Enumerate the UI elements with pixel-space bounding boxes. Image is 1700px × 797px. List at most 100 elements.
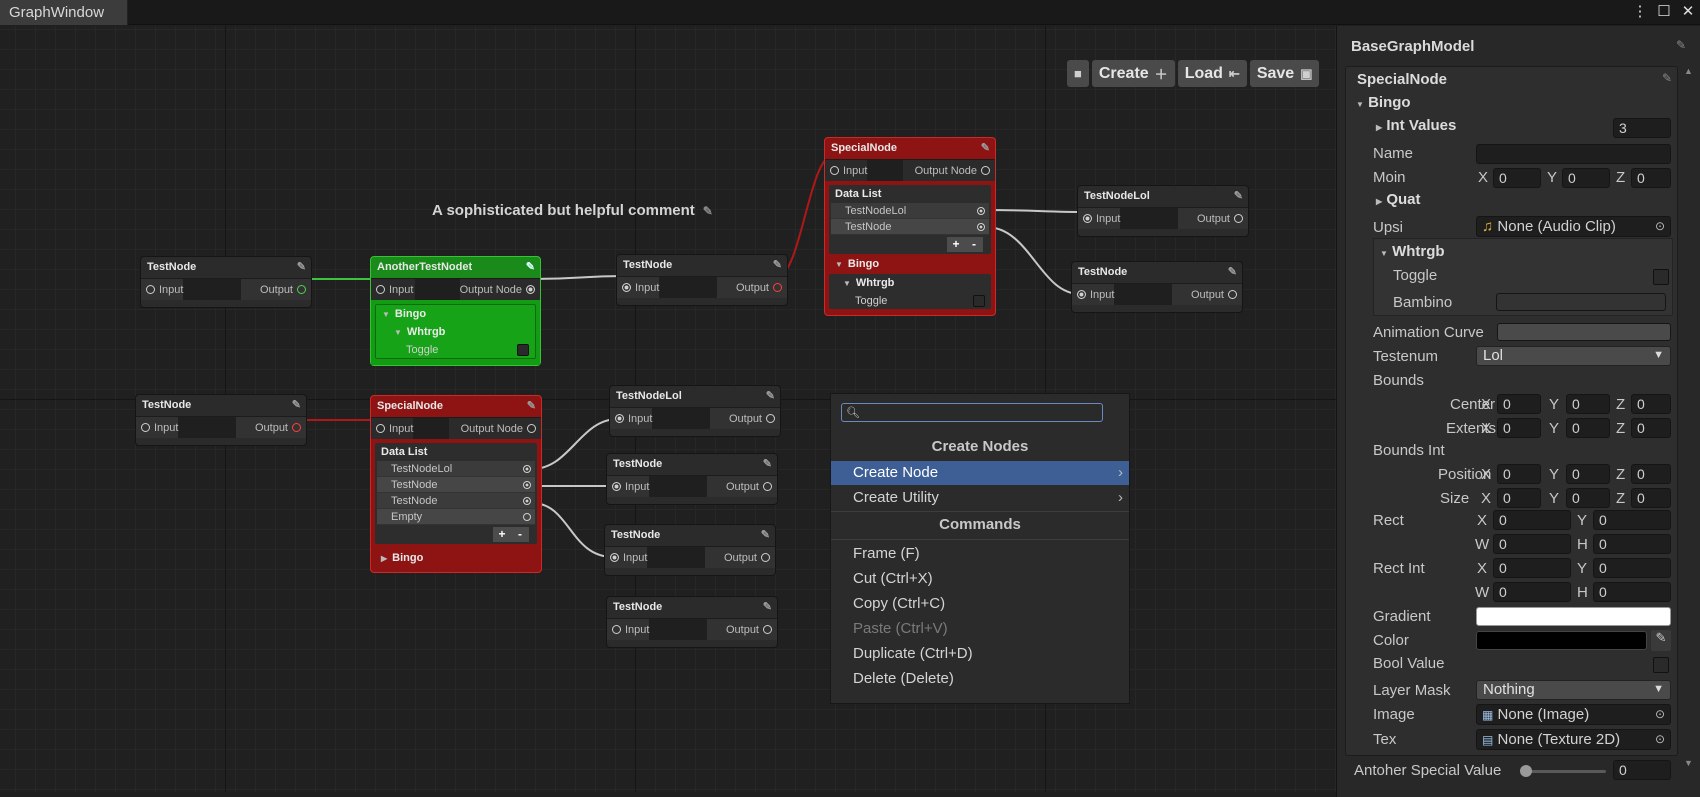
special-value-field[interactable]: 0 (1613, 760, 1671, 780)
slider-thumb[interactable] (1520, 765, 1532, 777)
object-picker-icon[interactable]: ⊙ (1655, 219, 1665, 233)
position-z-field[interactable]: 0 (1631, 464, 1671, 484)
rect-w-field[interactable]: 0 (1493, 534, 1571, 554)
edit-icon[interactable]: ✎ (1676, 38, 1686, 52)
port-dot-icon[interactable] (977, 206, 985, 215)
rect-int-w-field[interactable]: 0 (1493, 582, 1571, 602)
foldout-whtrgb[interactable]: ▼ Whtrgb (829, 274, 991, 292)
node-testnode[interactable]: TestNode ✎ Input Output (604, 524, 776, 576)
node-testnode[interactable]: TestNode ✎ Input Output (1071, 261, 1243, 313)
list-item[interactable]: TestNodeLol (377, 461, 535, 477)
size-z-field[interactable]: 0 (1631, 488, 1671, 508)
output-port[interactable]: Output (1192, 213, 1248, 225)
menu-item-frame[interactable]: Frame (F) (831, 542, 1129, 566)
tab-graph-window[interactable]: GraphWindow (0, 0, 128, 25)
foldout-bingo[interactable]: ▶ Bingo (375, 544, 537, 566)
edit-icon[interactable]: ✎ (763, 600, 772, 613)
node-special[interactable]: SpecialNode ✎ Input Output Node Data List… (370, 395, 542, 573)
extents-x-field[interactable]: 0 (1497, 418, 1541, 438)
bool-value-checkbox[interactable] (1653, 657, 1669, 673)
foldout-int-values[interactable]: ▶ Int Values (1376, 117, 1456, 134)
output-port[interactable]: Output (724, 413, 780, 425)
save-button[interactable]: Save ▣ (1249, 60, 1320, 87)
moin-y-field[interactable]: 0 (1562, 168, 1610, 188)
output-port[interactable]: Output Node (456, 423, 541, 435)
edit-icon[interactable]: ✎ (766, 389, 775, 402)
list-item[interactable]: TestNodeLol (831, 203, 989, 219)
node-testnodelol[interactable]: TestNodeLol ✎ Input Output (1077, 185, 1249, 237)
graph-comment[interactable]: A sophisticated but helpful comment ✎ (432, 202, 713, 219)
edit-icon[interactable]: ✎ (763, 457, 772, 470)
port-dot-icon[interactable] (523, 496, 531, 505)
rect-h-field[interactable]: 0 (1593, 534, 1671, 554)
animation-curve-field[interactable] (1497, 323, 1671, 341)
edit-icon[interactable]: ✎ (527, 399, 536, 412)
input-port[interactable]: Input (617, 282, 664, 294)
input-port[interactable]: Input (141, 284, 188, 296)
input-port[interactable]: Input (1078, 213, 1125, 225)
output-port[interactable]: Output (719, 552, 775, 564)
menu-item-delete[interactable]: Delete (Delete) (831, 667, 1129, 691)
toggle-checkbox[interactable] (973, 294, 985, 307)
extents-y-field[interactable]: 0 (1566, 418, 1610, 438)
center-z-field[interactable]: 0 (1631, 394, 1671, 414)
node-testnode[interactable]: TestNode ✎ Input Output (140, 256, 312, 308)
name-field[interactable] (1476, 144, 1671, 164)
node-another-test[interactable]: AnotherTestNodet ✎ Input Output Node ▼ Bin… (370, 256, 541, 366)
port-dot-icon[interactable] (977, 222, 985, 231)
edit-icon[interactable]: ✎ (1234, 189, 1243, 202)
upsi-object-field[interactable]: ♫ None (Audio Clip) ⊙ (1476, 216, 1671, 237)
testenum-dropdown[interactable]: Lol ▼ (1476, 346, 1671, 366)
menu-item-create-utility[interactable]: Create Utility › (831, 486, 1129, 510)
input-port[interactable]: Input (605, 552, 652, 564)
more-options-icon[interactable]: ⋮ (1632, 2, 1648, 20)
moin-z-field[interactable]: 0 (1631, 168, 1671, 188)
tex-object-field[interactable]: ▤ None (Texture 2D) ⊙ (1476, 729, 1671, 750)
edit-icon[interactable]: ✎ (526, 260, 535, 273)
input-port[interactable]: Input (607, 481, 654, 493)
list-item[interactable]: TestNode (377, 477, 535, 493)
output-port[interactable]: Output (721, 481, 777, 493)
rect-int-x-field[interactable]: 0 (1493, 558, 1571, 578)
load-button[interactable]: Load ⇤ (1177, 60, 1247, 87)
edit-icon[interactable]: ✎ (297, 260, 306, 273)
close-icon[interactable]: ✕ (1680, 2, 1696, 20)
output-port[interactable]: Output (721, 624, 777, 636)
input-port[interactable]: Input (136, 422, 183, 434)
output-port[interactable]: Output (250, 422, 306, 434)
node-testnode[interactable]: TestNode ✎ Input Output (616, 254, 788, 306)
menu-item-copy[interactable]: Copy (Ctrl+C) (831, 592, 1129, 616)
menu-item-cut[interactable]: Cut (Ctrl+X) (831, 567, 1129, 591)
extents-z-field[interactable]: 0 (1631, 418, 1671, 438)
port-dot-icon[interactable] (523, 464, 531, 473)
special-value-slider[interactable] (1520, 765, 1606, 777)
edit-icon[interactable]: ✎ (761, 528, 770, 541)
node-special[interactable]: SpecialNode ✎ Input Output Node Data List… (824, 137, 996, 316)
input-port[interactable]: Input (1072, 289, 1119, 301)
position-y-field[interactable]: 0 (1566, 464, 1610, 484)
size-y-field[interactable]: 0 (1566, 488, 1610, 508)
rect-y-field[interactable]: 0 (1593, 510, 1671, 530)
node-testnode[interactable]: TestNode ✎ Input Output (135, 394, 307, 446)
eyedropper-icon[interactable]: ✎ (1651, 630, 1671, 651)
input-port[interactable]: Input (610, 413, 657, 425)
menu-item-create-node[interactable]: Create Node › (831, 461, 1129, 485)
edit-icon[interactable]: ✎ (1228, 265, 1237, 278)
remove-item-button[interactable]: - (511, 527, 529, 542)
color-field[interactable] (1476, 631, 1647, 650)
menu-item-duplicate[interactable]: Duplicate (Ctrl+D) (831, 642, 1129, 666)
rect-int-h-field[interactable]: 0 (1593, 582, 1671, 602)
node-testnodelol[interactable]: TestNodeLol ✎ Input Output (609, 385, 781, 437)
image-object-field[interactable]: ▦ None (Image) ⊙ (1476, 704, 1671, 725)
scrollbar[interactable]: ▲ ▼ (1684, 66, 1696, 768)
moin-x-field[interactable]: 0 (1493, 168, 1541, 188)
graph-canvas[interactable]: ■ Create ＋ Load ⇤ Save ▣ A sophisticated bu… (0, 26, 1336, 792)
node-testnode[interactable]: TestNode ✎ Input Output (606, 453, 778, 505)
port-dot-icon[interactable] (523, 480, 531, 489)
list-item[interactable]: Empty (377, 509, 535, 525)
rect-x-field[interactable]: 0 (1493, 510, 1571, 530)
edit-icon[interactable]: ✎ (773, 258, 782, 271)
node-testnode[interactable]: TestNode ✎ Input Output (606, 596, 778, 648)
port-dot-icon[interactable] (523, 512, 531, 521)
input-port[interactable]: Input (371, 284, 418, 296)
